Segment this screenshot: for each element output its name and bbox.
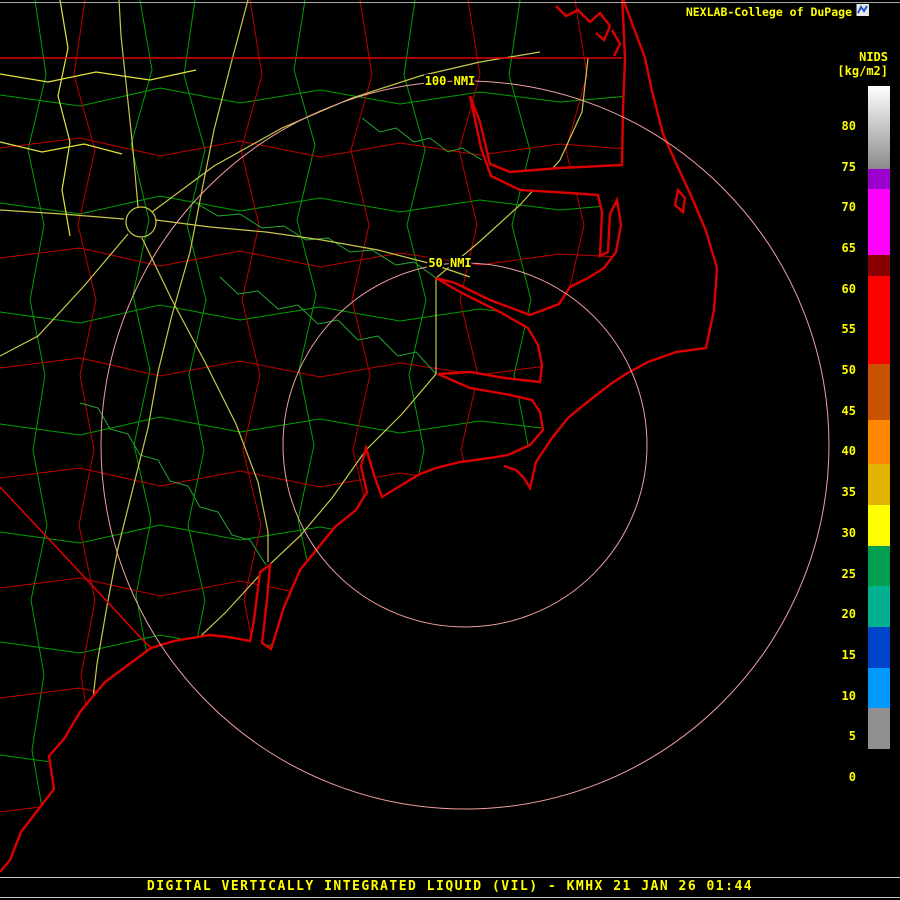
colorbar-segment <box>868 627 890 668</box>
colorbar <box>868 86 890 790</box>
colorbar-segment <box>868 276 890 364</box>
colorbar-segment <box>868 86 890 169</box>
brand-text: NEXLAB-College of DuPage <box>685 5 852 19</box>
colorbar-title: NIDS <box>859 50 888 64</box>
range-rings <box>100 80 830 810</box>
radar-display: 50 NMI 100 NMI NEXLAB-College of DuPage N… <box>0 0 900 900</box>
footer-line-top <box>0 877 900 878</box>
radar-map: 50 NMI 100 NMI <box>0 0 830 900</box>
colorbar-segment <box>868 464 890 505</box>
range-ring-label: 50 NMI <box>428 256 471 270</box>
colorbar-segment <box>868 189 890 255</box>
colorbar-segment <box>868 749 890 790</box>
colorbar-segment <box>868 586 890 627</box>
nexlab-logo-icon <box>856 4 869 16</box>
colorbar-units-label: [kg/m2] <box>837 64 888 78</box>
colorbar-segment <box>868 364 890 420</box>
map-layer-coastline <box>0 0 719 873</box>
colorbar-segment <box>868 708 890 749</box>
colorbar-segment <box>868 255 890 276</box>
footer-line-bottom <box>0 897 900 898</box>
colorbar-segment <box>868 668 890 708</box>
top-border-line <box>0 2 900 3</box>
map-layer-roads <box>0 0 589 900</box>
colorbar-segment <box>868 546 890 586</box>
colorbar-segment <box>868 169 890 189</box>
range-ring-label: 100 NMI <box>425 74 476 88</box>
colorbar-segment <box>868 505 890 546</box>
colorbar-segment <box>868 420 890 464</box>
product-caption: DIGITAL VERTICALLY INTEGRATED LIQUID (VI… <box>146 879 754 894</box>
